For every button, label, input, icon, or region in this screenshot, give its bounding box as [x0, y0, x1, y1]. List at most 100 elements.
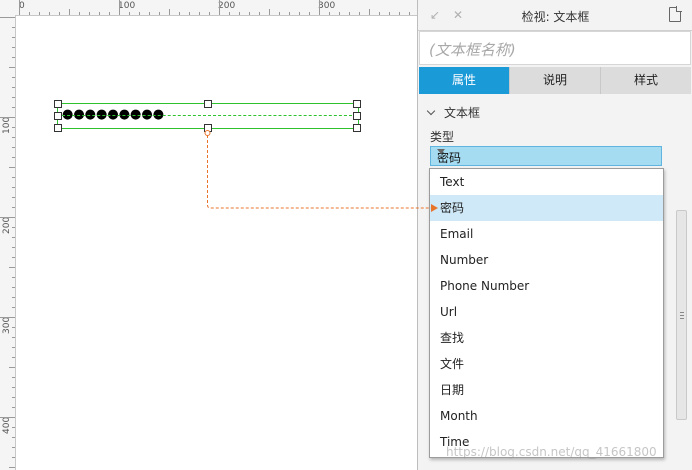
ruler-tick — [339, 12, 340, 15]
dropdown-option[interactable]: 查找 — [430, 325, 663, 351]
resize-handle[interactable] — [54, 124, 62, 132]
ruler-tick — [329, 12, 330, 15]
inspector-scrollbar[interactable] — [676, 210, 687, 420]
ruler-tick — [179, 12, 180, 15]
ruler-tick — [219, 0, 220, 15]
dropdown-option[interactable]: 日期 — [430, 377, 663, 403]
section-header-textbox[interactable]: 文本框 — [426, 104, 480, 121]
ruler-tick — [12, 447, 15, 448]
inspector-title: 检视: 文本框 — [521, 10, 590, 24]
ruler-tick — [199, 12, 200, 15]
dropdown-option[interactable]: Phone Number — [430, 273, 663, 299]
ruler-tick — [49, 12, 50, 15]
ruler-tick — [9, 67, 15, 68]
ruler-tick — [0, 117, 15, 118]
ruler-tick — [0, 417, 15, 418]
ruler-tick — [12, 337, 15, 338]
selection-guide-line — [57, 115, 357, 116]
ruler-tick — [289, 12, 290, 15]
ruler-label: 400 — [2, 416, 12, 434]
ruler-tick — [12, 177, 15, 178]
dropdown-option[interactable]: Text — [430, 169, 663, 195]
ruler-tick — [12, 247, 15, 248]
dropdown-option[interactable]: 文件 — [430, 351, 663, 377]
ruler-tick — [69, 9, 70, 15]
ruler-tick — [12, 157, 15, 158]
ruler-tick — [9, 467, 15, 468]
ruler-tick — [279, 12, 280, 15]
ruler-tick — [12, 387, 15, 388]
resize-handle[interactable] — [353, 112, 361, 120]
ruler-tick — [349, 12, 350, 15]
ruler-tick — [12, 127, 15, 128]
ruler-tick — [12, 97, 15, 98]
ruler-tick — [59, 12, 60, 15]
ruler-tick — [269, 9, 270, 15]
ruler-tick — [12, 137, 15, 138]
ruler-tick — [12, 277, 15, 278]
dropdown-option[interactable]: 密码 — [430, 195, 663, 221]
ruler-tick — [0, 317, 15, 318]
ruler-tick — [12, 237, 15, 238]
type-label: 类型 — [430, 130, 455, 144]
tab-notes[interactable]: 说明 — [510, 67, 601, 94]
ruler-tick — [359, 12, 360, 15]
vertical-ruler: 100 200 300 400 — [0, 15, 16, 470]
ruler-tick — [12, 57, 15, 58]
ruler-tick — [12, 37, 15, 38]
page-icon[interactable] — [669, 6, 682, 22]
ruler-label: 300 — [318, 1, 336, 11]
dropdown-option[interactable]: Url — [430, 299, 663, 325]
ruler-tick — [89, 12, 90, 15]
ruler-tick — [12, 87, 15, 88]
ruler-tick — [9, 167, 15, 168]
ruler-tick — [0, 217, 15, 218]
resize-handle[interactable] — [353, 124, 361, 132]
ruler-tick — [12, 227, 15, 228]
ruler-tick — [12, 457, 15, 458]
resize-handle[interactable] — [54, 100, 62, 108]
resize-handle[interactable] — [204, 124, 212, 132]
ruler-tick — [12, 27, 15, 28]
ruler-tick — [309, 12, 310, 15]
ruler-tick — [239, 12, 240, 15]
ruler-label: 100 — [118, 1, 136, 11]
ruler-label: 200 — [2, 216, 12, 234]
ruler-tick — [79, 12, 80, 15]
ruler-tick — [139, 12, 140, 15]
ruler-tick — [12, 397, 15, 398]
ruler-tick — [12, 147, 15, 148]
ruler-tick — [12, 287, 15, 288]
widget-name-input[interactable]: (文本框名称) — [419, 31, 691, 65]
type-select[interactable]: 密码 — [430, 146, 662, 166]
resize-handle[interactable] — [353, 100, 361, 108]
design-canvas[interactable] — [16, 16, 417, 470]
resize-handle[interactable] — [54, 112, 62, 120]
dropdown-option[interactable]: Email — [430, 221, 663, 247]
ruler-tick — [9, 367, 15, 368]
chevron-down-icon — [426, 106, 436, 116]
dropdown-option[interactable]: Number — [430, 247, 663, 273]
ruler-tick — [99, 12, 100, 15]
ruler-tick — [12, 377, 15, 378]
ruler-tick — [299, 12, 300, 15]
ruler-tick — [249, 12, 250, 15]
ruler-tick — [12, 307, 15, 308]
scrollbar-grip — [680, 312, 684, 313]
ruler-tick — [12, 107, 15, 108]
ruler-tick — [159, 12, 160, 15]
watermark: https://blog.csdn.net/qq_41661800 — [446, 445, 657, 459]
tab-style[interactable]: 样式 — [601, 67, 691, 94]
ruler-tick — [229, 12, 230, 15]
resize-handle[interactable] — [204, 100, 212, 108]
ruler-tick — [12, 327, 15, 328]
inspector-tabs: 属性 说明 样式 — [419, 67, 691, 94]
ruler-tick — [12, 357, 15, 358]
ruler-tick — [169, 9, 170, 15]
ruler-label: 200 — [218, 1, 236, 11]
tab-properties[interactable]: 属性 — [419, 67, 510, 94]
ruler-tick — [189, 12, 190, 15]
inspector-header: ↙ ✕ 检视: 文本框 — [418, 0, 692, 31]
dropdown-option[interactable]: Month — [430, 403, 663, 429]
ruler-tick — [399, 12, 400, 15]
